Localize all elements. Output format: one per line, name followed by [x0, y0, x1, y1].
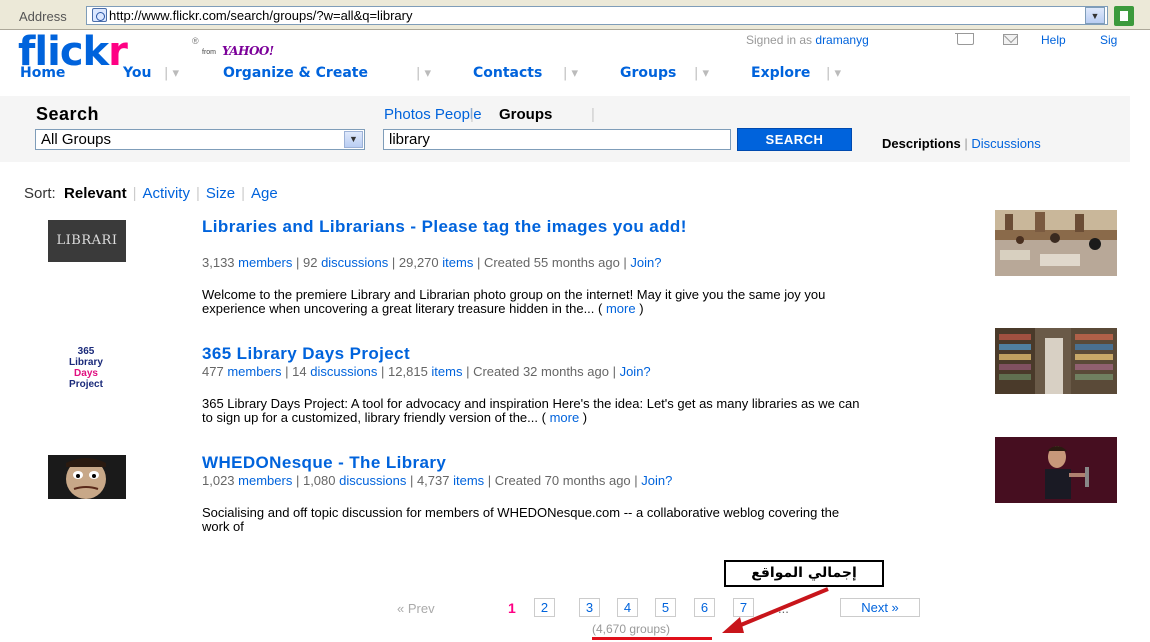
members-link[interactable]: members	[238, 255, 292, 270]
sort-size[interactable]: Size	[206, 185, 235, 202]
signed-in-status: Signed in as dramanyg	[746, 33, 869, 47]
tab-people[interactable]: People	[435, 106, 482, 123]
tab-photos[interactable]: Photos	[384, 106, 431, 123]
search-in-toggle: Descriptions | Discussions	[882, 136, 1041, 151]
search-input[interactable]: library	[383, 129, 731, 150]
result-description: 365 Library Days Project: A tool for adv…	[202, 396, 860, 425]
url-dropdown-arrow-icon[interactable]: ▼	[1085, 7, 1105, 24]
tab-divider: |	[591, 106, 595, 123]
group-icon[interactable]	[48, 455, 126, 499]
annotation-callout: إجمالي المواقع	[724, 560, 884, 587]
group-scope-select[interactable]: All Groups ▼	[35, 129, 365, 150]
nav-groups-dropdown-icon[interactable]: | ▾	[694, 66, 709, 81]
page-link[interactable]: 2	[534, 598, 555, 617]
cart-icon[interactable]	[955, 33, 974, 45]
nav-explore[interactable]: Explore	[751, 65, 810, 81]
yahoo-logo: YAHOO!	[222, 44, 274, 58]
page-link[interactable]: 6	[694, 598, 715, 617]
page-icon	[92, 8, 107, 22]
group-thumbnail[interactable]	[995, 437, 1117, 503]
nav-you[interactable]: You	[123, 65, 151, 81]
sort-age[interactable]: Age	[251, 185, 278, 202]
nav-home[interactable]: Home	[20, 65, 65, 81]
registered-mark: ®	[192, 36, 199, 46]
result-description: Socialising and off topic discussion for…	[202, 505, 840, 534]
annotation-underline	[592, 637, 712, 640]
discussions-option[interactable]: Discussions	[971, 136, 1040, 151]
descriptions-option[interactable]: Descriptions	[882, 136, 961, 151]
page-link[interactable]: 5	[655, 598, 676, 617]
sort-options: Sort: Relevant | Activity | Size | Age	[24, 185, 278, 202]
sort-label: Sort:	[24, 185, 56, 202]
search-button[interactable]: SEARCH	[737, 128, 852, 151]
group-thumbnail[interactable]	[995, 328, 1117, 394]
nav-contacts[interactable]: Contacts	[473, 65, 542, 81]
result-title[interactable]: Libraries and Librarians - Please tag th…	[202, 218, 862, 236]
prev-page-link: « Prev	[397, 601, 435, 616]
scope-value: All Groups	[41, 131, 112, 148]
members-link[interactable]: members	[227, 364, 281, 379]
items-link[interactable]: items	[431, 364, 462, 379]
next-page-link[interactable]: Next »	[840, 598, 920, 617]
join-link[interactable]: Join?	[620, 364, 651, 379]
sign-out-link[interactable]: Sig	[1100, 33, 1117, 47]
page-link[interactable]: 4	[617, 598, 638, 617]
result-title[interactable]: WHEDONesque - The Library	[202, 454, 862, 472]
nav-organize[interactable]: Organize & Create	[223, 65, 368, 81]
page-link[interactable]: 3	[579, 598, 600, 617]
members-link[interactable]: members	[238, 473, 292, 488]
address-label: Address	[19, 9, 67, 24]
join-link[interactable]: Join?	[630, 255, 661, 270]
group-thumbnail[interactable]	[995, 210, 1117, 276]
items-link[interactable]: items	[453, 473, 484, 488]
chevron-down-icon[interactable]: ▼	[344, 131, 363, 148]
username-link[interactable]: dramanyg	[815, 33, 868, 47]
help-link[interactable]: Help	[1041, 33, 1066, 47]
search-heading: Search	[36, 104, 100, 124]
result-description: Welcome to the premiere Library and Libr…	[202, 287, 826, 316]
discussions-link[interactable]: discussions	[310, 364, 377, 379]
nav-groups[interactable]: Groups	[620, 65, 676, 81]
tab-divider: |	[470, 106, 474, 123]
discussions-link[interactable]: discussions	[321, 255, 388, 270]
more-link[interactable]: more	[606, 301, 636, 316]
group-icon[interactable]: 365 Library Days Project	[50, 346, 122, 390]
mail-icon[interactable]	[1003, 34, 1018, 45]
pagination-ellipsis: ...	[778, 601, 789, 616]
more-link[interactable]: more	[550, 410, 580, 425]
result-meta: 3,133 members | 92 discussions | 29,270 …	[202, 255, 662, 270]
total-groups-count: (4,670 groups)	[592, 622, 671, 636]
sort-activity[interactable]: Activity	[142, 185, 190, 202]
sort-relevant[interactable]: Relevant	[64, 185, 127, 202]
nav-contacts-dropdown-icon[interactable]: | ▾	[563, 66, 578, 81]
tab-groups[interactable]: Groups	[499, 106, 552, 123]
url-field[interactable]: http://www.flickr.com/search/groups/?w=a…	[86, 6, 1108, 25]
nav-explore-dropdown-icon[interactable]: | ▾	[826, 66, 841, 81]
search-type-tabs: Photos | Groups | People	[384, 106, 595, 123]
result-meta: 477 members | 14 discussions | 12,815 it…	[202, 364, 651, 379]
result-title[interactable]: 365 Library Days Project	[202, 345, 862, 363]
browser-address-bar: Address http://www.flickr.com/search/gro…	[0, 0, 1150, 30]
from-label: from	[202, 49, 216, 56]
result-meta: 1,023 members | 1,080 discussions | 4,73…	[202, 473, 673, 488]
discussions-link[interactable]: discussions	[339, 473, 406, 488]
page-link[interactable]: 7	[733, 598, 754, 617]
current-page: 1	[508, 600, 516, 616]
nav-organize-dropdown-icon[interactable]: | ▾	[416, 66, 431, 81]
group-icon[interactable]: LIBRARI	[48, 220, 126, 262]
nav-you-dropdown-icon[interactable]: | ▾	[164, 66, 179, 81]
join-link[interactable]: Join?	[641, 473, 672, 488]
go-button-icon[interactable]	[1114, 6, 1134, 26]
items-link[interactable]: items	[442, 255, 473, 270]
